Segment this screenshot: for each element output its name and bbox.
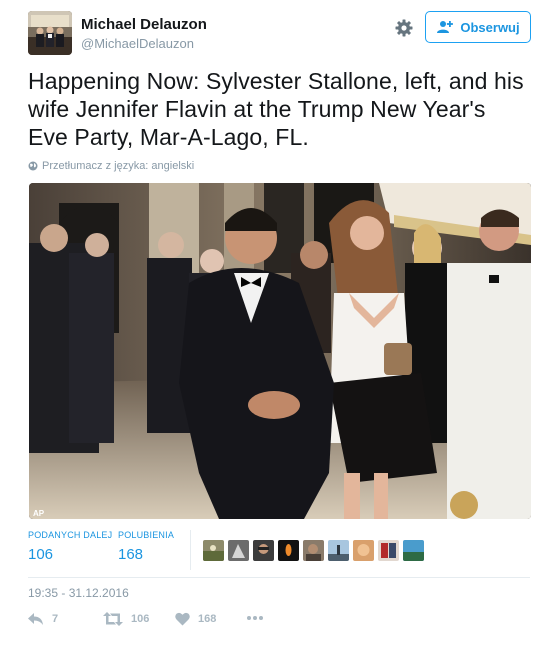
reply-count: 7 xyxy=(52,613,59,625)
translate-link[interactable]: Przetłumacz z języka: angielski xyxy=(28,160,194,172)
liker-avatar[interactable] xyxy=(303,540,324,561)
tweet-text: Happening Now: Sylvester Stallone, left,… xyxy=(28,68,524,150)
tweet-photo[interactable] xyxy=(29,183,531,519)
liker-avatar[interactable] xyxy=(228,540,249,561)
liker-avatar[interactable] xyxy=(378,540,399,561)
liker-avatars xyxy=(203,540,424,561)
avatar[interactable] xyxy=(28,11,72,55)
user-name[interactable]: Michael Delauzon xyxy=(81,16,207,33)
likes-label: POLUBIENIA xyxy=(118,530,175,540)
follow-button[interactable]: Obserwuj xyxy=(425,11,531,43)
user-handle[interactable]: @MichaelDelauzon xyxy=(81,36,194,51)
more-icon[interactable] xyxy=(246,615,264,621)
stats-divider xyxy=(190,530,191,570)
reply-icon xyxy=(28,613,43,625)
tweet-card: Michael Delauzon @MichaelDelauzon Obserw… xyxy=(0,0,555,647)
follow-label: Obserwuj xyxy=(460,19,520,35)
divider xyxy=(28,577,530,578)
tweet-timestamp[interactable]: 19:35 - 31.12.2016 xyxy=(28,586,129,600)
retweets-value: 106 xyxy=(28,546,54,563)
add-user-icon xyxy=(436,20,454,34)
liker-avatar[interactable] xyxy=(278,540,299,561)
retweet-icon xyxy=(103,612,123,626)
likes-stat[interactable]: POLUBIENIA 168 xyxy=(118,530,174,563)
liker-avatar[interactable] xyxy=(403,540,424,561)
like-count: 168 xyxy=(198,613,217,625)
retweet-count: 106 xyxy=(131,613,150,625)
photo-credit: AP xyxy=(33,509,45,518)
tweet-stats: PODANYCH DALEJ 106 POLUBIENIA 168 xyxy=(28,530,530,574)
liker-avatar[interactable] xyxy=(353,540,374,561)
retweet-stat[interactable]: PODANYCH DALEJ 106 xyxy=(28,530,112,563)
like-button[interactable]: 168 xyxy=(175,612,216,626)
liker-avatar[interactable] xyxy=(328,540,349,561)
retweet-button[interactable]: 106 xyxy=(103,612,149,626)
gear-icon[interactable] xyxy=(394,18,414,38)
liker-avatar[interactable] xyxy=(253,540,274,561)
globe-icon xyxy=(28,161,38,171)
heart-icon xyxy=(175,612,190,626)
reply-button[interactable]: 7 xyxy=(28,612,58,626)
liker-avatar[interactable] xyxy=(203,540,224,561)
retweets-label: PODANYCH DALEJ xyxy=(28,530,113,540)
translate-label: Przetłumacz z języka: angielski xyxy=(42,160,195,172)
likes-value: 168 xyxy=(118,546,144,563)
